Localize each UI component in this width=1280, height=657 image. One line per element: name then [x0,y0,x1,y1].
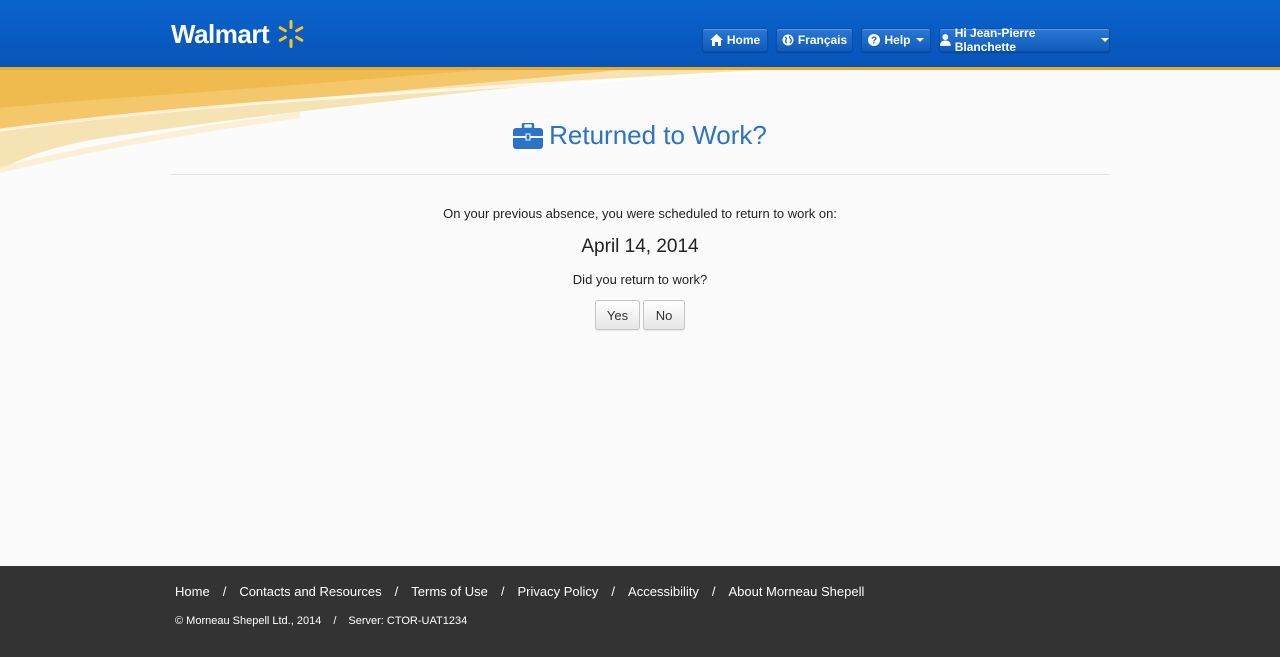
svg-text:?: ? [871,36,877,47]
footer-link-home[interactable]: Home [175,584,210,599]
home-button[interactable]: Home [702,28,768,52]
briefcase-icon [513,122,544,149]
top-nav: Home Français ? Help Hi Jean-Pierre Blan… [0,26,1280,54]
page-title: Returned to Work? [0,120,1280,151]
yes-button[interactable]: Yes [595,300,640,330]
footer-separator: / [394,584,399,599]
footer-separator: / [333,615,337,627]
footer-link-contacts[interactable]: Contacts and Resources [239,584,381,599]
copyright-text: © Morneau Shepell Ltd., 2014 [175,615,322,627]
footer-link-terms[interactable]: Terms of Use [411,584,488,599]
server-text: Server: CTOR-UAT1234 [348,615,468,627]
help-button[interactable]: ? Help [861,28,931,52]
footer-link-accessibility[interactable]: Accessibility [628,584,699,599]
chevron-down-icon [1101,38,1109,42]
footer-meta: © Morneau Shepell Ltd., 2014 / Server: C… [175,615,467,627]
footer-separator: / [711,584,716,599]
user-menu-label: Hi Jean-Pierre Blanchette [954,26,1036,54]
scheduled-return-date: April 14, 2014 [581,236,699,257]
footer-link-about[interactable]: About Morneau Shepell [728,584,864,599]
footer-link-privacy[interactable]: Privacy Policy [518,584,599,599]
home-icon [709,34,723,46]
footer-links: Home / Contacts and Resources / Terms of… [175,584,864,599]
language-button[interactable]: Français [776,28,853,52]
site-header: Walmart Home Français ? Help Hi Jean-Pie… [0,0,1280,68]
footer-separator: / [222,584,227,599]
user-menu-button[interactable]: Hi Jean-Pierre Blanchette [939,26,1110,54]
language-label: Français [797,33,848,47]
site-footer: Home / Contacts and Resources / Terms of… [0,566,1280,657]
help-icon: ? [868,34,881,47]
help-label: Help [884,33,911,47]
chevron-down-icon [915,38,924,42]
user-icon [940,34,951,46]
no-button[interactable]: No [643,300,685,330]
footer-separator: / [500,584,505,599]
footer-separator: / [611,584,616,599]
divider [170,174,1110,175]
globe-icon [782,34,794,46]
lead-text: On your previous absence, you were sched… [443,206,837,221]
return-question: Did you return to work? [572,272,708,287]
page-title-text: Returned to Work? [549,120,767,150]
home-label: Home [726,33,761,47]
